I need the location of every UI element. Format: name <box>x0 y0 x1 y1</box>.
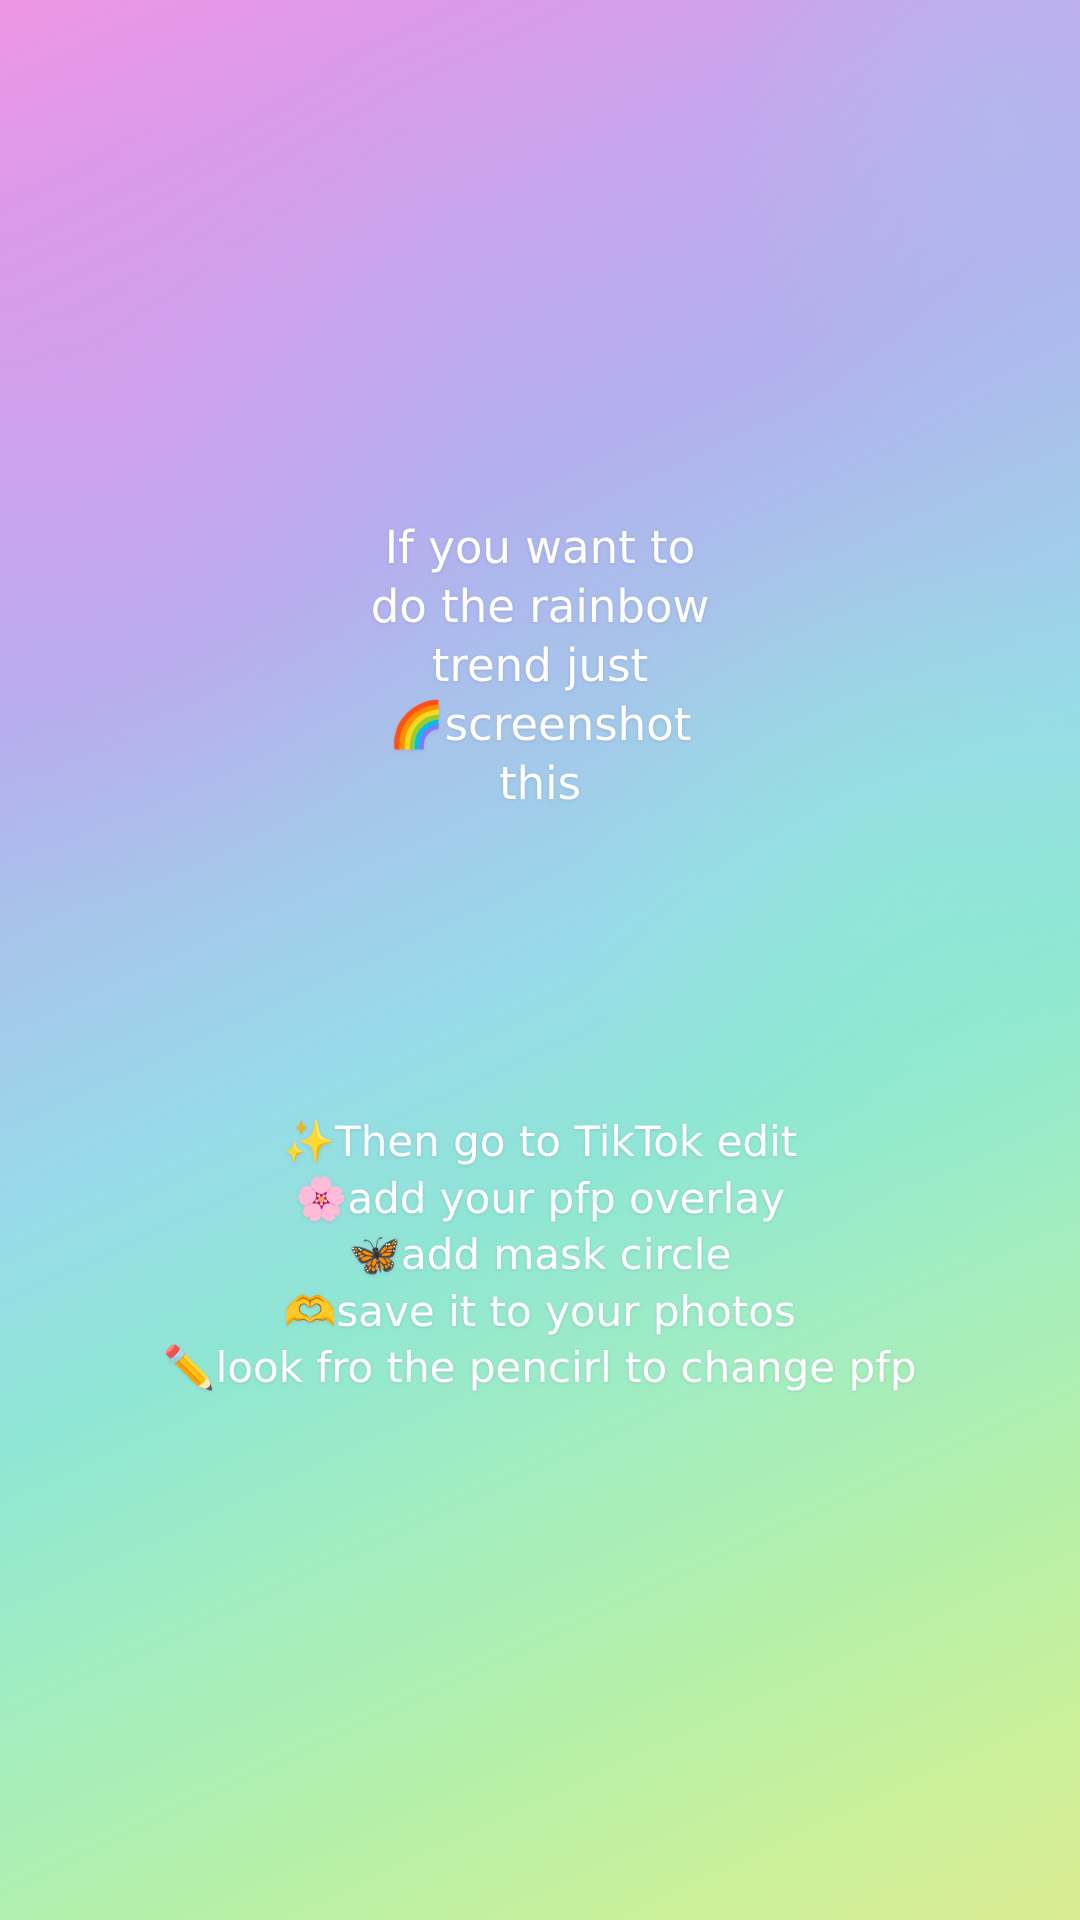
gradient-glow <box>0 0 1080 1920</box>
step-line-4: 🫶save it to your photos <box>284 1286 796 1336</box>
intro-line-4: 🌈screenshot <box>388 698 692 751</box>
step-line-1: ✨Then go to TikTok edit <box>282 1117 798 1166</box>
step-line-2: 🌸add your pfp overlay <box>295 1173 785 1223</box>
step-line-3: 🦋add mask circle <box>348 1230 732 1279</box>
intro-line-2: do the rainbow <box>370 580 710 633</box>
intro-line-1: If you want to <box>384 521 696 574</box>
steps-caption: ✨Then go to TikTok edit 🌸add your pfp ov… <box>0 1114 1080 1397</box>
step-line-5: ✏️look fro the pencirl to change pfp <box>163 1343 917 1392</box>
intro-line-3: trend just <box>431 639 649 692</box>
intro-line-5: this <box>498 757 582 810</box>
intro-caption: If you want to do the rainbow trend just… <box>0 518 1080 813</box>
